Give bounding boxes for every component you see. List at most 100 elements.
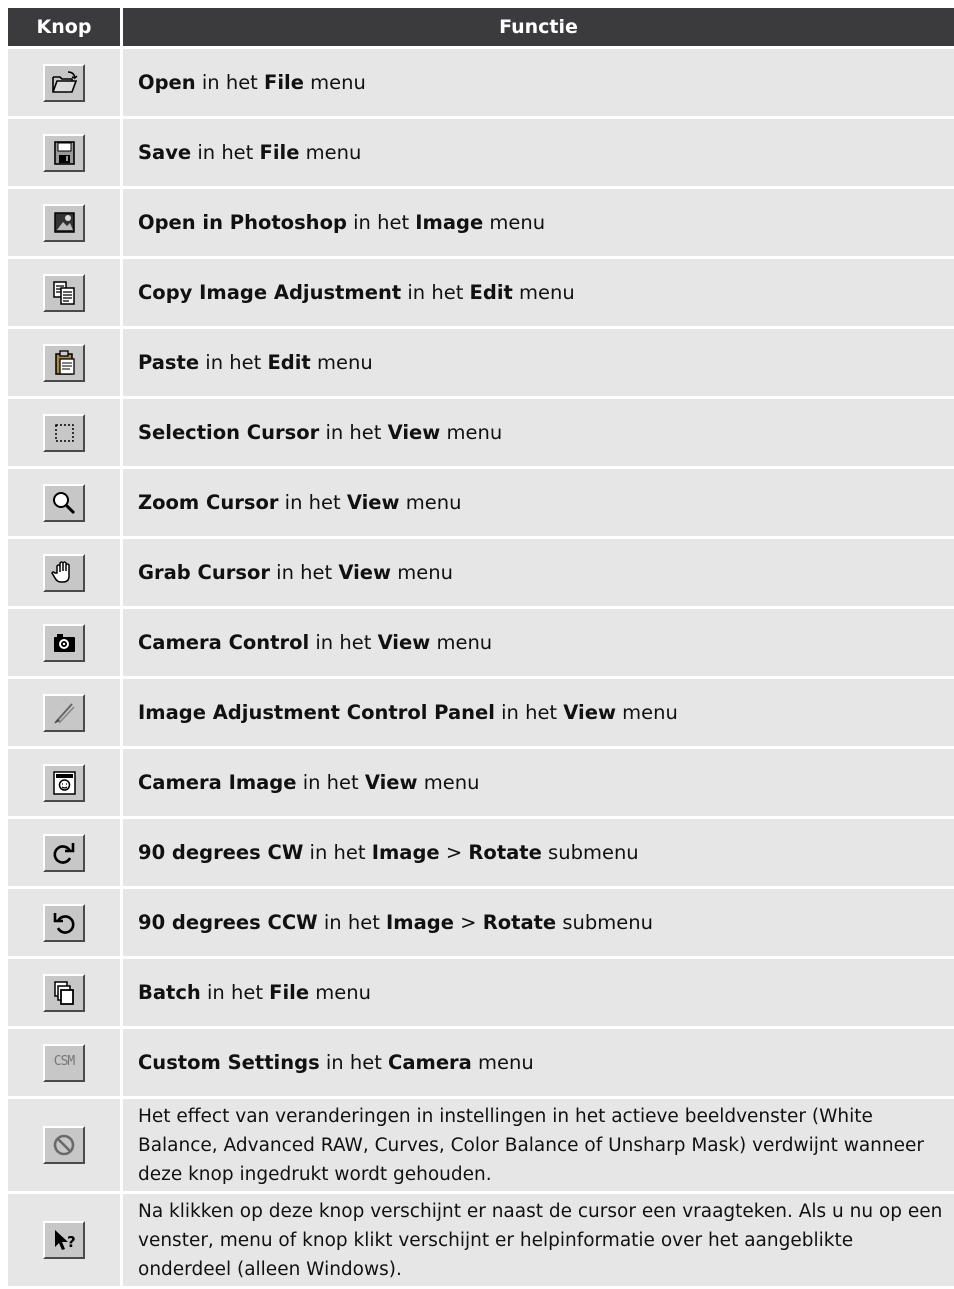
- description-text: in het: [317, 910, 387, 934]
- header-knop: Knop: [8, 8, 123, 46]
- description-text: menu: [440, 420, 503, 444]
- button-cell: [8, 49, 123, 116]
- description-text: Het effect van veranderingen in instelli…: [138, 1105, 924, 1185]
- description-bold-term: Batch: [138, 980, 201, 1004]
- description-bold-term: View: [346, 490, 400, 514]
- button-reference-table: Knop Functie Open in het File menu Save i…: [8, 5, 954, 1289]
- description-text: in het: [195, 70, 265, 94]
- description-bold-term: Grab Cursor: [138, 560, 270, 584]
- open-folder-button[interactable]: [43, 63, 85, 102]
- description-bold-term: Selection Cursor: [138, 420, 320, 444]
- description-bold-term: View: [387, 420, 441, 444]
- description-bold-term: Zoom Cursor: [138, 490, 279, 514]
- description-bold-term: Rotate: [468, 840, 542, 864]
- table-row: Open in het File menu: [8, 49, 954, 116]
- description-bold-term: Open: [138, 70, 196, 94]
- description-bold-term: Image: [386, 910, 454, 934]
- description-bold-term: Rotate: [482, 910, 557, 934]
- table-row: Camera Control in het View menu: [8, 609, 954, 676]
- table-header-row: Knop Functie: [8, 8, 954, 46]
- rotate-ccw-button[interactable]: [43, 903, 85, 942]
- description-bold-term: Paste: [138, 350, 200, 374]
- table-row: Open in Photoshop in het Image menu: [8, 189, 954, 256]
- description-bold-term: File: [259, 140, 300, 164]
- description-bold-term: Image: [371, 840, 440, 864]
- function-description: Open in het File menu: [123, 49, 954, 116]
- description-text: menu: [399, 490, 462, 514]
- rotate-cw-button[interactable]: [43, 833, 85, 872]
- batch-button[interactable]: [43, 973, 85, 1012]
- button-cell: [8, 259, 123, 326]
- photoshop-button[interactable]: [43, 203, 85, 242]
- function-description: Save in het File menu: [123, 119, 954, 186]
- description-text: in het: [303, 840, 372, 864]
- function-description: Batch in het File menu: [123, 959, 954, 1026]
- adjustment-pen-button[interactable]: [43, 693, 85, 732]
- paste-button[interactable]: [43, 343, 85, 382]
- description-text: in het: [401, 280, 470, 304]
- description-bold-term: Camera Image: [138, 770, 297, 794]
- function-description: Grab Cursor in het View menu: [123, 539, 954, 606]
- button-cell: [8, 539, 123, 606]
- button-cell: [8, 889, 123, 956]
- description-text: in het: [346, 210, 416, 234]
- description-bold-term: Edit: [267, 350, 311, 374]
- description-text: in het: [191, 140, 260, 164]
- description-bold-term: Camera Control: [138, 630, 310, 654]
- description-bold-term: Custom Settings: [138, 1050, 320, 1074]
- description-text: in het: [494, 700, 564, 724]
- table-body: Open in het File menu Save in het File me…: [8, 49, 954, 1286]
- description-text: menu: [303, 70, 366, 94]
- no-effect-button[interactable]: [43, 1126, 85, 1164]
- button-cell: ?: [8, 1194, 123, 1286]
- description-bold-term: Image: [415, 210, 484, 234]
- description-bold-term: Open in Photoshop: [138, 210, 347, 234]
- description-bold-term: Save: [138, 140, 192, 164]
- help-arrow-button[interactable]: ?: [43, 1221, 85, 1259]
- table-row: Copy Image Adjustment in het Edit menu: [8, 259, 954, 326]
- button-cell: [8, 119, 123, 186]
- description-text: menu: [417, 770, 480, 794]
- description-bold-term: View: [338, 560, 392, 584]
- camera-button[interactable]: [43, 623, 85, 662]
- description-text: menu: [430, 630, 493, 654]
- magnifier-button[interactable]: [43, 483, 85, 522]
- description-text: Na klikken op deze knop verschijnt er na…: [138, 1200, 943, 1280]
- button-cell: [8, 609, 123, 676]
- header-functie: Functie: [123, 8, 954, 46]
- description-bold-term: Edit: [469, 280, 513, 304]
- csm-button[interactable]: CSM: [43, 1043, 85, 1082]
- table-row: Paste in het Edit menu: [8, 329, 954, 396]
- save-disk-button[interactable]: [43, 133, 85, 172]
- function-description: Na klikken op deze knop verschijnt er na…: [123, 1194, 954, 1286]
- button-cell: [8, 679, 123, 746]
- description-bold-term: Copy Image Adjustment: [138, 280, 402, 304]
- description-text: in het: [269, 560, 339, 584]
- table-row: 90 degrees CCW in het Image > Rotate sub…: [8, 889, 954, 956]
- description-text: menu: [512, 280, 575, 304]
- selection-marquee-button[interactable]: [43, 413, 85, 452]
- table-row: Camera Image in het View menu: [8, 749, 954, 816]
- table-row: Image Adjustment Control Panel in het Vi…: [8, 679, 954, 746]
- csm-icon: CSM: [53, 1053, 75, 1069]
- button-reference-table-wrapper: Knop Functie Open in het File menu Save i…: [8, 5, 954, 1289]
- svg-text:?: ?: [67, 1233, 76, 1251]
- description-text: in het: [200, 980, 270, 1004]
- hand-button[interactable]: [43, 553, 85, 592]
- copy-button[interactable]: [43, 273, 85, 312]
- description-text: in het: [309, 630, 378, 654]
- description-text: >: [453, 910, 483, 934]
- function-description: Image Adjustment Control Panel in het Vi…: [123, 679, 954, 746]
- description-bold-term: File: [264, 70, 304, 94]
- description-text: in het: [199, 350, 268, 374]
- description-bold-term: View: [364, 770, 418, 794]
- button-cell: [8, 819, 123, 886]
- function-description: Selection Cursor in het View menu: [123, 399, 954, 466]
- description-text: menu: [310, 350, 373, 374]
- camera-image-button[interactable]: [43, 763, 85, 802]
- description-text: menu: [471, 1050, 534, 1074]
- description-text: submenu: [541, 840, 639, 864]
- table-row: Zoom Cursor in het View menu: [8, 469, 954, 536]
- table-row: CSM Custom Settings in het Camera menu: [8, 1029, 954, 1096]
- description-text: in het: [278, 490, 347, 514]
